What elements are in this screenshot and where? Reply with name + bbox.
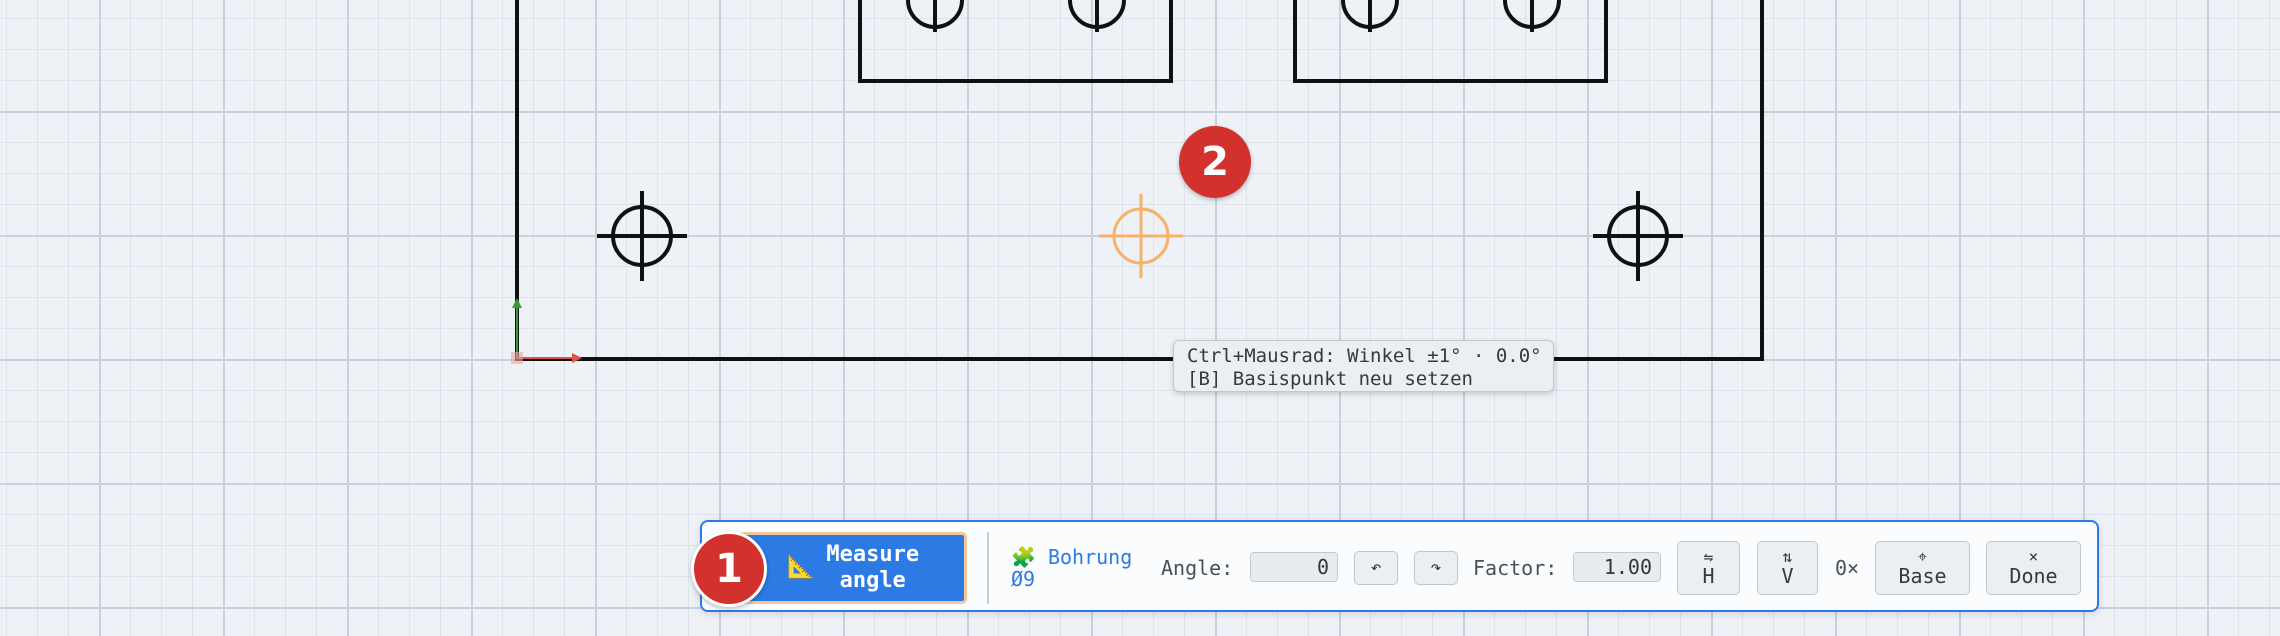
origin-axes-icon — [511, 298, 582, 364]
tooltip-line-base: [B] Basispunkt neu setzen — [1187, 368, 1473, 390]
measure-angle-button[interactable]: 📐 Measure angle — [739, 532, 967, 604]
plate-outline — [515, 0, 1764, 361]
tooltip-line-angle: Ctrl+Mausrad: Winkel ±1° · 0.0° — [1187, 345, 1542, 367]
flip-vertical-icon: ⇅ — [1782, 547, 1793, 566]
factor-label: Factor: — [1473, 556, 1558, 580]
measure-label-line2: angle — [839, 568, 906, 593]
shape-name: Bohrung — [1047, 545, 1133, 569]
ruler-icon: 📐 — [786, 555, 815, 580]
hint-tooltip: Ctrl+Mausrad: Winkel ±1° · 0.0° [B] Basi… — [1173, 340, 1554, 392]
done-button[interactable]: × Done — [1986, 541, 2081, 595]
hole-pocket-3 — [1341, 0, 1399, 32]
rotate-cw-button[interactable]: ↷ — [1414, 551, 1458, 585]
hole-pocket-2 — [1068, 0, 1126, 32]
step-marker-1: 1 — [691, 531, 767, 607]
rotate-ccw-button[interactable]: ↶ — [1354, 551, 1398, 585]
placement-count: 0× — [1835, 556, 1860, 580]
puzzle-icon: 🧩 — [1011, 545, 1036, 569]
hole-right[interactable] — [1593, 191, 1683, 281]
shape-size: Ø9 — [1011, 567, 1036, 591]
hole-preview — [1099, 194, 1183, 278]
placement-toolbar: 📐 Measure angle 🧩 Bohrung Ø9 Angle: 0 ↶ … — [700, 520, 2099, 612]
measure-label-line1: Measure — [826, 542, 920, 567]
shape-info: 🧩 Bohrung Ø9 — [1011, 546, 1132, 590]
rotate-cw-icon: ↷ — [1430, 557, 1442, 578]
hole-left[interactable] — [597, 191, 687, 281]
flip-horizontal-button[interactable]: ⇋ H — [1677, 541, 1740, 595]
toolbar-divider — [987, 532, 989, 604]
flip-horizontal-icon: ⇋ — [1703, 547, 1714, 566]
factor-input[interactable]: 1.00 — [1573, 552, 1661, 582]
done-label: Done — [2009, 564, 2058, 588]
close-icon: × — [2028, 547, 2039, 566]
flip-horizontal-label: H — [1702, 564, 1715, 588]
crosshair-icon: ⌖ — [1917, 547, 1927, 566]
step-marker-2: 2 — [1179, 126, 1251, 198]
flip-vertical-button[interactable]: ⇅ V — [1757, 541, 1818, 595]
angle-input[interactable]: 0 — [1250, 552, 1338, 582]
rotate-ccw-icon: ↶ — [1370, 557, 1382, 578]
angle-label: Angle: — [1161, 556, 1234, 580]
flip-vertical-label: V — [1781, 564, 1794, 588]
pocket-left — [858, 0, 1173, 83]
hole-pocket-1 — [906, 0, 964, 32]
hole-pocket-4 — [1503, 0, 1561, 32]
pocket-right — [1293, 0, 1608, 83]
base-label: Base — [1898, 564, 1947, 588]
base-button[interactable]: ⌖ Base — [1875, 541, 1970, 595]
